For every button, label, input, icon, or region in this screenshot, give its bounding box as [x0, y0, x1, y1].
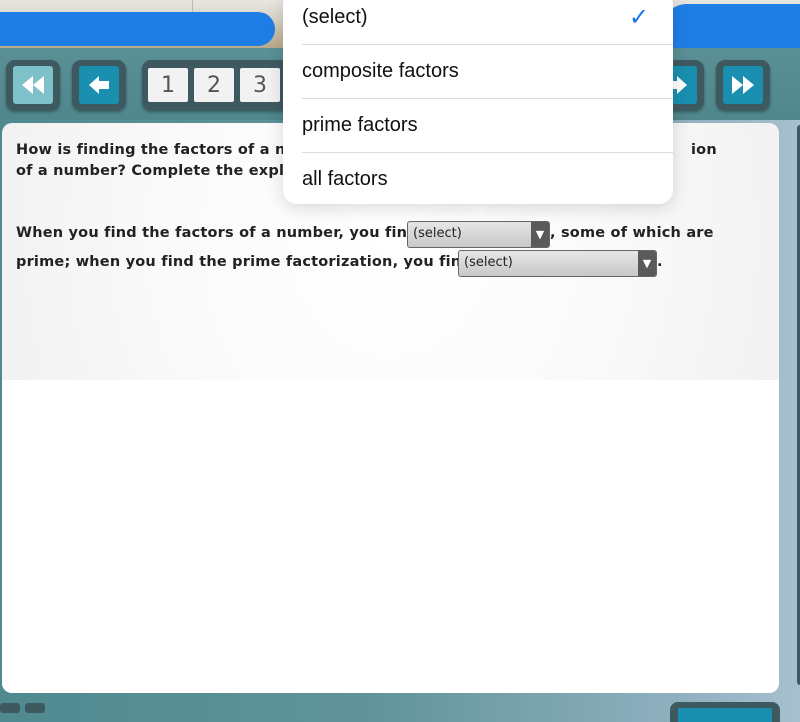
option-label: prime factors: [302, 114, 418, 136]
redaction-mark-left: [0, 12, 275, 46]
bottom-action-button-face: [678, 708, 772, 722]
first-page-button[interactable]: [6, 60, 60, 110]
sentence-part-2: , some of which are: [550, 225, 714, 241]
chevron-down-icon: ▼: [638, 251, 656, 276]
option-all-factors[interactable]: all factors: [302, 153, 673, 206]
sentence-part-1: When you find the factors of a number, y…: [16, 225, 418, 241]
page-button-2[interactable]: 2: [194, 68, 234, 102]
question-line-1-end: ion: [691, 142, 717, 158]
chevron-down-icon: ▼: [531, 222, 549, 247]
sentence-part-3: prime; when you find the prime factoriza…: [16, 254, 472, 270]
double-left-arrow-icon: [13, 66, 53, 104]
sentence-part-4: .: [657, 254, 663, 270]
option-label: (select): [302, 6, 368, 28]
content-panel-body: [2, 380, 779, 693]
option-select[interactable]: (select) ✓: [302, 0, 673, 44]
first-answer-select[interactable]: (select) ▼: [407, 221, 550, 248]
page-button-1[interactable]: 1: [148, 68, 188, 102]
checkmark-icon: ✓: [628, 4, 649, 31]
page-selector: 1 2 3: [142, 60, 292, 110]
double-right-arrow-icon: [723, 66, 763, 104]
bottom-tool-button[interactable]: [0, 703, 20, 713]
select-value: (select): [464, 255, 513, 270]
left-arrow-icon: [79, 66, 119, 104]
bottom-action-button[interactable]: [670, 702, 780, 722]
dropdown-popover: (select) ✓ composite factors prime facto…: [283, 0, 673, 204]
second-answer-select[interactable]: (select) ▼: [458, 250, 657, 277]
previous-page-button[interactable]: [72, 60, 126, 110]
redaction-mark-right: [660, 4, 800, 52]
option-composite-factors[interactable]: composite factors: [302, 45, 673, 98]
last-page-button[interactable]: [716, 60, 770, 110]
select-value: (select): [413, 226, 462, 241]
option-label: all factors: [302, 168, 388, 190]
bottom-tool-button[interactable]: [25, 703, 45, 713]
option-label: composite factors: [302, 60, 459, 82]
option-prime-factors[interactable]: prime factors: [302, 99, 673, 152]
page-button-3[interactable]: 3: [240, 68, 280, 102]
